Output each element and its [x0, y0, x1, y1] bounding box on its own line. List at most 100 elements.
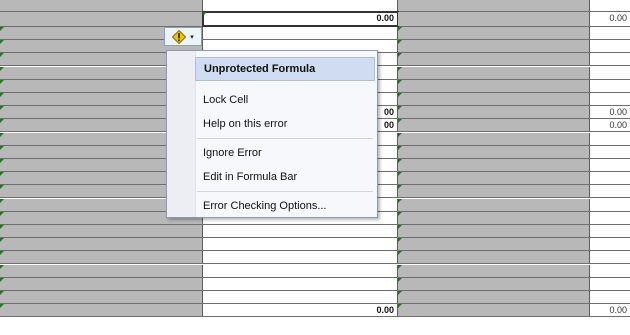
cell[interactable] [590, 0, 630, 11]
error-indicator-icon [398, 172, 402, 177]
cell[interactable] [0, 0, 203, 11]
menu-separator [197, 138, 373, 139]
cell[interactable] [398, 79, 590, 92]
cell[interactable] [398, 185, 590, 198]
sheet-row [0, 238, 630, 252]
cell[interactable] [590, 40, 630, 53]
error-indicator-icon [0, 211, 4, 216]
cell[interactable] [398, 277, 590, 290]
error-indicator-icon [398, 145, 402, 150]
error-indicator-icon [0, 40, 4, 45]
cell[interactable]: 0.00 [203, 304, 398, 317]
error-indicator-icon [398, 238, 402, 243]
cell[interactable]: 0.00 [590, 12, 630, 26]
cell[interactable] [0, 12, 203, 26]
cell[interactable] [203, 264, 398, 277]
error-checking-menu: Unprotected Formula Lock Cell Help on th… [166, 50, 378, 218]
cell[interactable] [590, 251, 630, 264]
cell[interactable] [203, 225, 398, 237]
error-indicator-icon [0, 291, 4, 295]
cell[interactable] [0, 304, 203, 317]
cell[interactable] [398, 53, 590, 66]
error-indicator-icon [0, 27, 4, 31]
cell[interactable] [0, 238, 203, 251]
cell[interactable] [590, 264, 630, 277]
cell[interactable] [398, 106, 590, 119]
error-indicator-icon [0, 304, 4, 309]
cell[interactable] [398, 264, 590, 277]
cell[interactable] [590, 238, 630, 251]
cell[interactable] [0, 264, 203, 277]
cell-value: 0.00 [609, 120, 627, 131]
error-indicator-icon [398, 251, 402, 256]
sheet-row [0, 0, 630, 12]
cell[interactable] [590, 145, 630, 158]
error-indicator-icon [398, 185, 402, 190]
cell[interactable] [398, 211, 590, 224]
error-indicator-icon [0, 66, 4, 71]
error-indicator-icon [203, 12, 207, 16]
cell[interactable] [590, 198, 630, 211]
cell[interactable] [590, 93, 630, 105]
error-indicator-icon [0, 238, 4, 243]
active-cell[interactable]: 0.00 [202, 11, 399, 27]
cell[interactable]: 0.00 [590, 106, 630, 119]
cell[interactable] [590, 291, 630, 303]
cell[interactable] [398, 225, 590, 237]
cell[interactable] [203, 27, 398, 39]
cell[interactable] [398, 304, 590, 317]
cell[interactable] [203, 238, 398, 251]
error-indicator-icon [398, 132, 402, 137]
menu-item-ignore-error[interactable]: Ignore Error [195, 141, 375, 165]
cell[interactable] [0, 291, 203, 303]
sheet-row [0, 251, 630, 265]
cell[interactable] [590, 79, 630, 92]
cell[interactable] [590, 225, 630, 237]
cell[interactable] [398, 145, 590, 158]
menu-item-lock-cell[interactable]: Lock Cell [195, 88, 375, 112]
menu-item-error-checking-options[interactable]: Error Checking Options... [195, 194, 375, 218]
cell[interactable] [398, 0, 590, 11]
cell[interactable] [590, 185, 630, 198]
cell[interactable] [398, 172, 590, 185]
cell[interactable] [590, 277, 630, 290]
cell[interactable] [398, 291, 590, 303]
cell[interactable] [590, 66, 630, 79]
cell[interactable] [203, 277, 398, 290]
cell-value: 0.00 [609, 305, 627, 316]
cell[interactable] [590, 27, 630, 39]
cell-value: 00 [383, 120, 394, 131]
cell[interactable] [398, 159, 590, 171]
cell[interactable] [203, 251, 398, 264]
error-indicator-icon [0, 251, 4, 256]
cell[interactable]: 0.00 [590, 304, 630, 317]
error-indicator-icon [0, 106, 4, 111]
cell[interactable] [590, 53, 630, 66]
cell[interactable] [590, 211, 630, 224]
cell[interactable] [398, 93, 590, 105]
error-smart-tag-button[interactable]: ▾ [164, 27, 202, 46]
cell[interactable] [0, 277, 203, 290]
menu-item-help-on-error[interactable]: Help on this error [195, 112, 375, 136]
cell[interactable] [0, 251, 203, 264]
cell[interactable] [590, 159, 630, 171]
cell[interactable] [398, 119, 590, 132]
cell[interactable] [203, 291, 398, 303]
cell[interactable] [203, 0, 398, 11]
cell[interactable] [398, 66, 590, 79]
cell[interactable] [398, 27, 590, 39]
cell[interactable] [398, 198, 590, 211]
cell[interactable] [0, 225, 203, 237]
menu-item-edit-in-formula-bar[interactable]: Edit in Formula Bar [195, 165, 375, 189]
cell[interactable] [590, 172, 630, 185]
cell[interactable] [398, 251, 590, 264]
error-indicator-icon [0, 93, 4, 97]
error-indicator-icon [398, 291, 402, 295]
cell[interactable] [398, 238, 590, 251]
cell[interactable]: 0.00 [590, 119, 630, 132]
cell[interactable] [590, 132, 630, 145]
cell[interactable] [398, 12, 590, 26]
error-indicator-icon [398, 106, 402, 111]
cell[interactable] [398, 132, 590, 145]
cell[interactable] [398, 40, 590, 53]
